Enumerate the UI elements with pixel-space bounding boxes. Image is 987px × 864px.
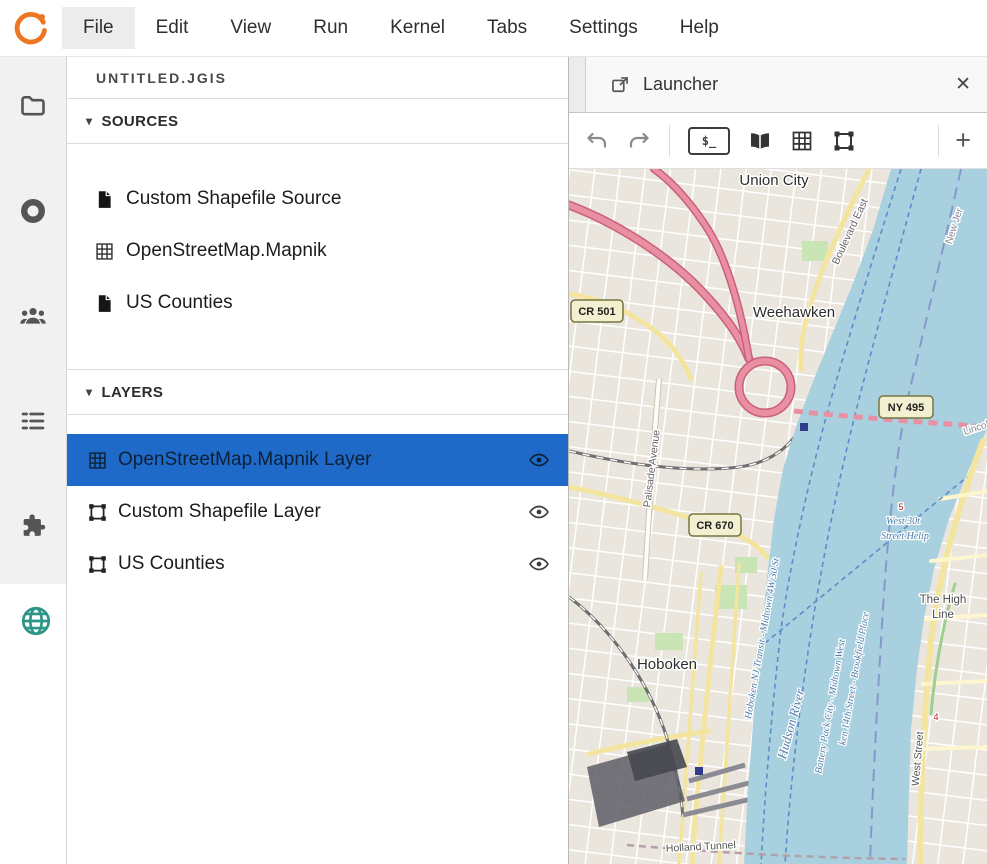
running-sessions-icon[interactable] — [19, 197, 47, 225]
map-station-marker — [800, 423, 808, 431]
menu-kernel[interactable]: Kernel — [369, 7, 466, 49]
jgis-toolbar: $_ + — [569, 113, 987, 169]
menu-edit[interactable]: Edit — [135, 7, 210, 49]
users-icon[interactable] — [19, 302, 47, 330]
chevron-down-icon[interactable]: ▾ — [86, 114, 92, 128]
book-icon[interactable] — [748, 129, 772, 153]
tab-label: Launcher — [643, 74, 718, 95]
activity-bar-bottom — [0, 584, 66, 864]
raster-grid-icon — [87, 450, 108, 471]
layer-item-us-counties[interactable]: US Counties — [67, 538, 568, 590]
sources-section-label: SOURCES — [101, 113, 178, 130]
source-item-openstreetmap[interactable]: OpenStreetMap.Mapnik — [67, 225, 568, 277]
toolbar-separator — [938, 125, 939, 157]
label-weehawken: Weehawken — [753, 304, 835, 321]
raster-grid-icon[interactable] — [790, 129, 814, 153]
label-high-line-2: Line — [932, 609, 954, 621]
source-item-us-counties[interactable]: US Counties — [67, 277, 568, 329]
activity-bar-top — [0, 57, 66, 584]
layer-item-label: Custom Shapefile Layer — [118, 501, 321, 523]
undo-icon[interactable] — [585, 129, 609, 153]
source-item-label: Custom Shapefile Source — [126, 188, 341, 210]
table-of-contents-icon[interactable] — [19, 407, 47, 435]
label-shield-5: 5 — [898, 502, 903, 512]
source-item-label: OpenStreetMap.Mapnik — [126, 240, 327, 262]
menu-run[interactable]: Run — [292, 7, 369, 49]
menu-tabs[interactable]: Tabs — [466, 7, 548, 49]
source-item-label: US Counties — [126, 292, 233, 314]
label-hoboken: Hoboken — [637, 656, 697, 673]
badge-cr501: CR 501 — [578, 306, 615, 318]
tab-bar: Launcher ✕ — [569, 57, 987, 113]
vector-polygon-icon — [87, 502, 108, 523]
visibility-eye-icon[interactable] — [528, 501, 550, 523]
jupytergis-logo-icon — [0, 9, 62, 47]
raster-grid-icon — [94, 241, 115, 262]
file-icon — [94, 293, 115, 314]
chevron-down-icon[interactable]: ▾ — [86, 385, 92, 399]
menu-file[interactable]: File — [62, 7, 135, 49]
layer-item-openstreetmap[interactable]: OpenStreetMap.Mapnik Layer — [67, 434, 568, 486]
jupyterlab-window: File Edit View Run Kernel Tabs Settings … — [0, 0, 987, 864]
jupytergis-globe-icon[interactable] — [19, 604, 47, 632]
label-heliport-1: West 30t — [886, 516, 920, 527]
map-canvas[interactable]: CR 501 CR 670 NY 495 Union City Weehawke… — [569, 169, 987, 864]
jgis-panel: UNTITLED.JGIS ▾ SOURCES Custom Shapefile… — [67, 57, 569, 864]
label-high-line-1: The High — [920, 594, 967, 606]
menu-settings[interactable]: Settings — [548, 7, 659, 49]
map-station-marker — [695, 767, 703, 775]
folder-icon[interactable] — [19, 92, 47, 120]
label-heliport-2: Street Helip — [881, 531, 929, 542]
layer-item-custom-shapefile[interactable]: Custom Shapefile Layer — [67, 486, 568, 538]
extensions-puzzle-icon[interactable] — [19, 512, 47, 540]
panel-file-title: UNTITLED.JGIS — [67, 57, 568, 99]
menu-help[interactable]: Help — [659, 7, 740, 49]
openstreetmap-view: CR 501 CR 670 NY 495 Union City Weehawke… — [569, 169, 987, 864]
main-area: Launcher ✕ $_ — [569, 57, 987, 864]
layers-list: OpenStreetMap.Mapnik Layer Custom Shapef… — [67, 415, 568, 590]
menu-items: File Edit View Run Kernel Tabs Settings … — [62, 7, 740, 49]
badge-cr670: CR 670 — [696, 520, 733, 532]
layer-item-label: US Counties — [118, 553, 225, 575]
label-union-city: Union City — [739, 172, 809, 189]
redo-icon[interactable] — [627, 129, 651, 153]
console-button[interactable]: $_ — [688, 127, 730, 155]
label-shield-4: 4 — [933, 712, 938, 722]
layer-item-label: OpenStreetMap.Mapnik Layer — [118, 449, 371, 471]
badge-ny495: NY 495 — [888, 402, 925, 414]
visibility-eye-icon[interactable] — [528, 553, 550, 575]
activity-bar — [0, 57, 67, 864]
sources-section-header[interactable]: ▾ SOURCES — [67, 99, 568, 144]
menu-view[interactable]: View — [209, 7, 292, 49]
visibility-eye-icon[interactable] — [528, 449, 550, 471]
layers-section-label: LAYERS — [101, 384, 163, 401]
layers-section-header[interactable]: ▾ LAYERS — [67, 369, 568, 415]
vector-polygon-icon[interactable] — [832, 129, 856, 153]
source-item-custom-shapefile[interactable]: Custom Shapefile Source — [67, 173, 568, 225]
menu-bar: File Edit View Run Kernel Tabs Settings … — [0, 0, 987, 57]
file-icon — [94, 189, 115, 210]
close-icon[interactable]: ✕ — [955, 73, 971, 96]
toolbar-separator — [669, 125, 670, 157]
add-button[interactable]: + — [955, 127, 971, 154]
tab-launcher[interactable]: Launcher ✕ — [585, 57, 987, 112]
external-link-icon — [610, 75, 630, 95]
vector-polygon-icon — [87, 554, 108, 575]
sources-list: Custom Shapefile Source OpenStreetMap.Ma… — [67, 144, 568, 329]
